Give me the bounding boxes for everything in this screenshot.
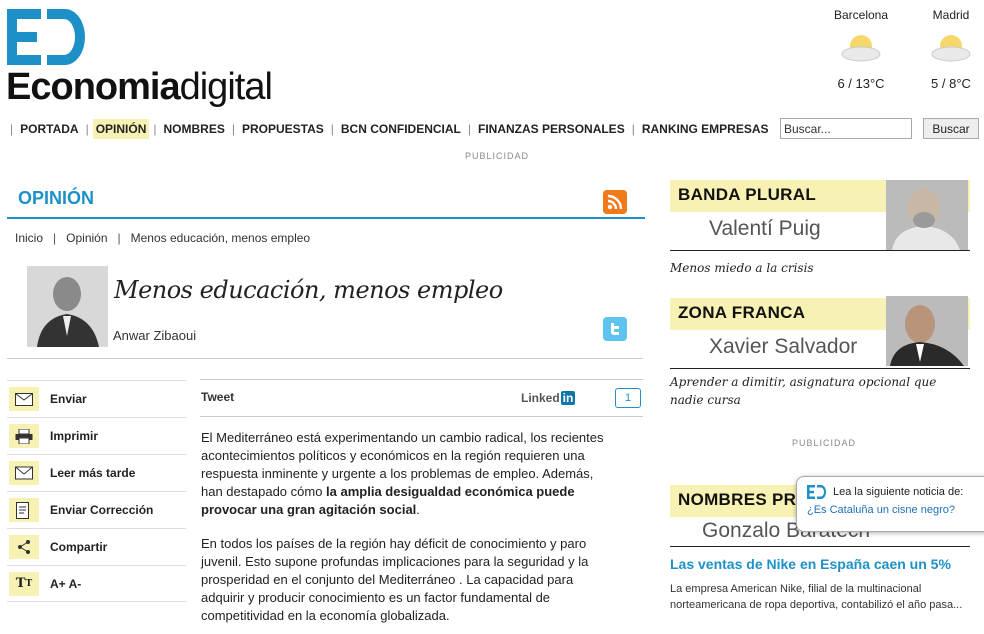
article-paragraph: En todos los países de la región hay déf… <box>201 536 589 623</box>
ed-logo-icon <box>807 485 826 499</box>
logo-bold: Economia <box>6 66 181 108</box>
search-button[interactable]: Buscar <box>923 118 979 139</box>
weather-madrid: Madrid 5 / 8°C <box>911 8 984 91</box>
next-article-popup[interactable]: Lea la siguiente noticia de: ¿Es Cataluñ… <box>796 476 984 532</box>
linkedin-button[interactable]: Linked in <box>521 391 576 405</box>
main-nav: | PORTADA | OPINIÓN | NOMBRES | PROPUESTAS |… <box>6 118 772 140</box>
tool-label: A+ A- <box>50 576 82 591</box>
nav-ranking-empresas[interactable]: RANKING EMPRESAS <box>639 119 772 139</box>
news-excerpt: La empresa American Nike, filial de la m… <box>670 583 963 611</box>
envelope-icon <box>9 387 39 411</box>
share-divider-top <box>200 379 643 380</box>
breadcrumb-opinion[interactable]: Opinión <box>66 231 107 245</box>
logo-wordmark[interactable]: Economiadigital <box>6 66 273 108</box>
text-size-icon: TT <box>9 571 39 596</box>
tool-text-size[interactable]: TT A+ A- <box>7 565 186 602</box>
nav-opinion[interactable]: OPINIÓN <box>92 119 150 139</box>
share-divider-bottom <box>200 416 643 417</box>
article-paragraph: El Mediterráneo está experimentando un c… <box>201 430 604 517</box>
mail-later-icon <box>9 461 39 485</box>
article-title: Menos educación, menos empleo <box>114 276 503 304</box>
share-icon <box>9 535 39 559</box>
breadcrumb-home[interactable]: Inicio <box>15 231 43 245</box>
article-body: El Mediterráneo está experimentando un c… <box>201 429 613 634</box>
weather-temp: 6 / 13°C <box>837 76 885 91</box>
breadcrumb: Inicio | Opinión | Menos educación, menos em… <box>15 231 311 245</box>
ed-logo-icon[interactable] <box>7 9 85 65</box>
article-tools: Enviar Imprimir Leer más tarde Enviar Co… <box>7 380 186 602</box>
section-title: OPINIÓN <box>18 188 95 208</box>
tweet-button[interactable]: Tweet <box>201 390 234 404</box>
columnist-photo <box>886 180 968 250</box>
tool-enviar-correccion[interactable]: Enviar Corrección <box>7 491 186 528</box>
comments-count-badge[interactable]: 1 <box>615 388 641 408</box>
printer-icon <box>9 424 39 448</box>
weather-city: Barcelona <box>833 8 889 22</box>
rss-icon[interactable] <box>603 190 627 214</box>
document-edit-icon <box>9 498 39 522</box>
tool-imprimir[interactable]: Imprimir <box>7 417 186 454</box>
nav-finanzas-personales[interactable]: FINANZAS PERSONALES <box>475 119 628 139</box>
tool-leer-mas-tarde[interactable]: Leer más tarde <box>7 454 186 491</box>
columnist-photo <box>886 296 968 366</box>
tool-label: Compartir <box>50 540 108 554</box>
column-caption[interactable]: Aprender a dimitir, asignatura opcional … <box>670 373 960 409</box>
sun-cloud-icon <box>931 35 971 62</box>
linkedin-label: Linked <box>521 391 560 405</box>
popup-link[interactable]: ¿Es Cataluña un cisne negro? <box>807 504 984 516</box>
sun-cloud-icon <box>841 35 881 62</box>
nav-portada[interactable]: PORTADA <box>17 119 81 139</box>
tool-label: Enviar <box>50 392 87 406</box>
nav-bcn-confidencial[interactable]: BCN CONFIDENCIAL <box>338 119 464 139</box>
weather-barcelona: Barcelona 6 / 13°C <box>821 8 901 91</box>
nav-nombres[interactable]: NOMBRES <box>161 119 228 139</box>
ad-label: PUBLICIDAD <box>792 438 857 448</box>
search-input[interactable] <box>780 118 912 139</box>
twitter-icon[interactable] <box>603 317 627 341</box>
tool-compartir[interactable]: Compartir <box>7 528 186 565</box>
ad-label: PUBLICIDAD <box>465 151 530 161</box>
author-divider <box>7 358 643 359</box>
tool-enviar[interactable]: Enviar <box>7 380 186 417</box>
tool-label: Leer más tarde <box>50 466 136 480</box>
column-caption[interactable]: Menos miedo a la crisis <box>670 259 814 277</box>
author-photo <box>27 266 108 347</box>
news-headline[interactable]: Las ventas de Nike en España caen un 5% <box>670 556 951 572</box>
section-divider <box>7 217 645 219</box>
article-author[interactable]: Anwar Zibaoui <box>113 328 196 343</box>
weather-temp: 5 / 8°C <box>931 76 971 91</box>
logo-light: digital <box>179 66 273 108</box>
weather-city: Madrid <box>932 8 970 22</box>
tool-label: Enviar Corrección <box>50 503 154 517</box>
tool-label: Imprimir <box>50 429 99 443</box>
popup-lead: Lea la siguiente noticia de: <box>833 486 964 498</box>
breadcrumb-current: Menos educación, menos empleo <box>130 231 311 245</box>
linkedin-icon: in <box>560 391 576 405</box>
nav-propuestas[interactable]: PROPUESTAS <box>239 119 327 139</box>
